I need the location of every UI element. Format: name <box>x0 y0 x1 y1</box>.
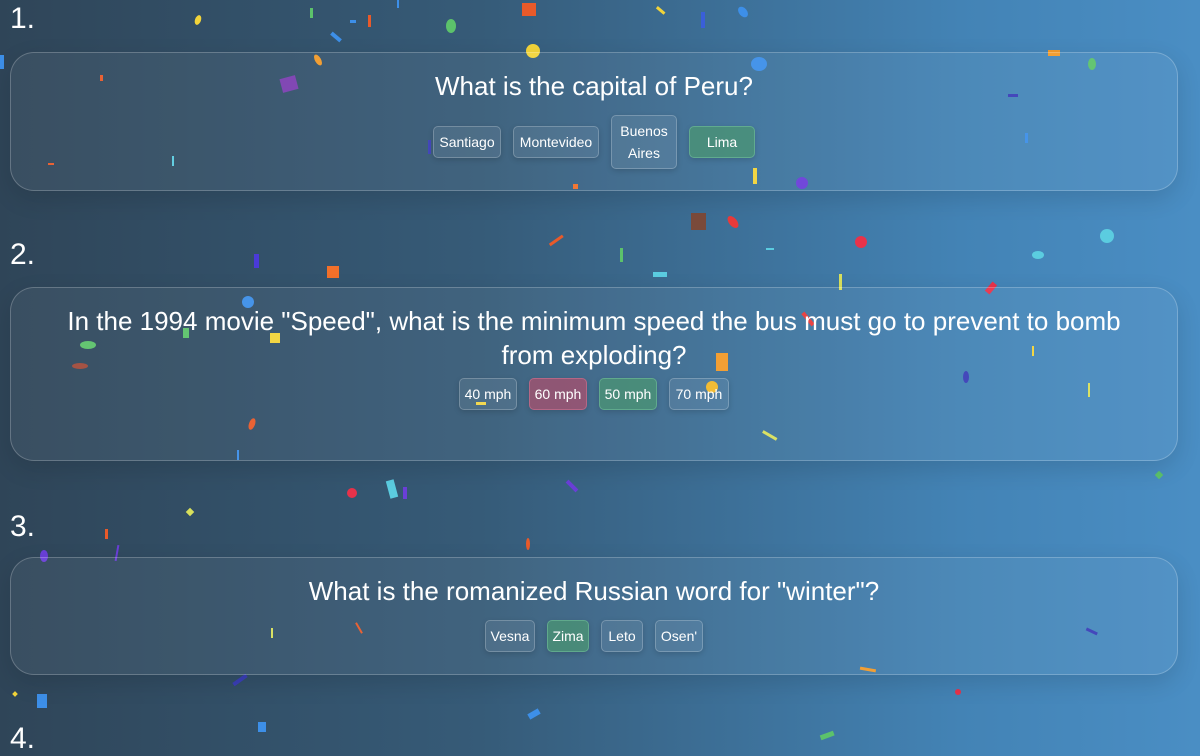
option-osen[interactable]: Osen' <box>655 620 703 652</box>
question-card-2: In the 1994 movie "Speed", what is the m… <box>10 287 1178 461</box>
question-text-1: What is the capital of Peru? <box>435 71 753 101</box>
question-card-3: What is the romanized Russian word for "… <box>10 557 1178 675</box>
question-text-3: What is the romanized Russian word for "… <box>308 576 880 606</box>
option-50-mph[interactable]: 50 mph <box>599 378 657 410</box>
option-vesna[interactable]: Vesna <box>485 620 535 652</box>
option-70-mph[interactable]: 70 mph <box>669 378 729 410</box>
option-montevideo[interactable]: Montevideo <box>513 126 599 158</box>
option-40-mph[interactable]: 40 mph <box>459 378 517 410</box>
question-card-1: What is the capital of Peru? Santiago Mo… <box>10 52 1178 191</box>
question-number-1: 1. <box>10 2 36 35</box>
option-60-mph[interactable]: 60 mph <box>529 378 587 410</box>
option-zima[interactable]: Zima <box>547 620 589 652</box>
option-santiago[interactable]: Santiago <box>433 126 501 158</box>
question-number-4: 4. <box>10 722 36 755</box>
options-1: Santiago Montevideo Buenos Aires Lima <box>11 115 1177 169</box>
option-leto[interactable]: Leto <box>601 620 643 652</box>
options-3: Vesna Zima Leto Osen' <box>11 620 1177 652</box>
options-2: 40 mph 60 mph 50 mph 70 mph <box>11 378 1177 410</box>
option-lima[interactable]: Lima <box>689 126 755 158</box>
question-number-3: 3. <box>10 510 36 543</box>
question-text-2: In the 1994 movie "Speed", what is the m… <box>67 306 1121 370</box>
question-number-2: 2. <box>10 238 36 271</box>
option-buenos-aires[interactable]: Buenos Aires <box>611 115 677 169</box>
